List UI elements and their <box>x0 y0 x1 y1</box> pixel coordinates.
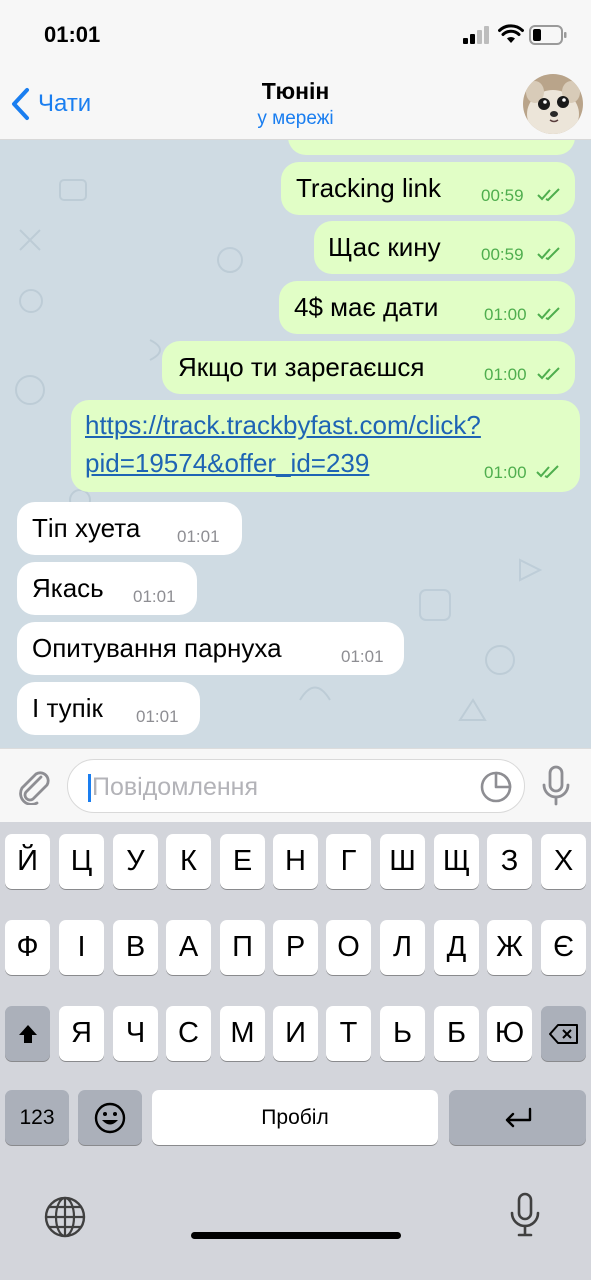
microphone-icon[interactable] <box>540 765 572 807</box>
message-link-line1[interactable]: https://track.trackbyfast.com/click? <box>85 410 481 441</box>
message-bubble[interactable]: Якщо ти зарегаєшся 01:00 <box>162 341 575 394</box>
key-и[interactable]: И <box>273 1006 318 1061</box>
sticker-icon[interactable] <box>479 770 513 804</box>
message-time: 01:00 <box>484 365 527 384</box>
key-р[interactable]: Р <box>273 920 318 975</box>
globe-icon[interactable] <box>43 1195 87 1239</box>
key-к[interactable]: К <box>166 834 211 889</box>
key-т[interactable]: Т <box>326 1006 371 1061</box>
key-а[interactable]: А <box>166 920 211 975</box>
home-indicator[interactable] <box>191 1232 401 1239</box>
message-text: Опитування парнуха <box>32 633 282 663</box>
message-time: 01:01 <box>136 707 179 726</box>
backspace-icon <box>548 1023 578 1044</box>
message-time: 01:00 <box>484 305 527 324</box>
message-bubble[interactable]: І тупік 01:01 <box>17 682 200 735</box>
emoji-key[interactable] <box>78 1090 142 1145</box>
key-є[interactable]: Є <box>541 920 586 975</box>
read-check-icon <box>536 465 559 479</box>
avatar[interactable] <box>523 74 583 134</box>
message-text: Тіп хуета <box>32 513 141 543</box>
key-о[interactable]: О <box>326 920 371 975</box>
key-ц[interactable]: Ц <box>59 834 104 889</box>
key-ь[interactable]: Ь <box>380 1006 425 1061</box>
message-time: 00:59 <box>481 245 524 264</box>
key-е[interactable]: Е <box>220 834 265 889</box>
battery-icon <box>529 25 567 45</box>
shift-key[interactable] <box>5 1006 50 1061</box>
key-в[interactable]: В <box>113 920 158 975</box>
read-check-icon <box>537 188 560 202</box>
read-check-icon <box>537 367 560 381</box>
key-я[interactable]: Я <box>59 1006 104 1061</box>
message-text: Якщо ти зарегаєшся <box>178 352 425 382</box>
key-п[interactable]: П <box>220 920 265 975</box>
status-time: 01:01 <box>44 22 101 47</box>
message-bubble[interactable]: Tracking link 00:59 <box>281 162 575 215</box>
chat-status: у мережі <box>257 108 334 129</box>
message-text: Щас кину <box>328 232 441 262</box>
chat-messages[interactable]: Tracking link 00:59 Щас кину 00:59 4$ ма… <box>0 140 591 748</box>
key-м[interactable]: М <box>220 1006 265 1061</box>
key-щ[interactable]: Щ <box>434 834 479 889</box>
key-і[interactable]: І <box>59 920 104 975</box>
message-input[interactable]: Повідомлення <box>67 759 525 813</box>
key-л[interactable]: Л <box>380 920 425 975</box>
key-ш[interactable]: Ш <box>380 834 425 889</box>
key-ж[interactable]: Ж <box>487 920 532 975</box>
key-й[interactable]: Й <box>5 834 50 889</box>
status-bar: 01:01 <box>0 0 591 72</box>
key-з[interactable]: З <box>487 834 532 889</box>
key-у[interactable]: У <box>113 834 158 889</box>
wifi-icon <box>498 24 524 43</box>
message-bubble-link[interactable]: https://track.trackbyfast.com/click? pid… <box>71 400 580 492</box>
message-time: 01:01 <box>133 587 176 606</box>
text-caret <box>88 774 91 802</box>
key-ю[interactable]: Ю <box>487 1006 532 1061</box>
shift-icon <box>18 1024 37 1043</box>
message-text: Tracking link <box>296 173 441 203</box>
cellular-signal-icon <box>463 26 491 44</box>
key-х[interactable]: Х <box>541 834 586 889</box>
chat-header: Чати Тюнін у мережі <box>0 72 591 140</box>
message-placeholder: Повідомлення <box>92 773 259 801</box>
keyboard: Й Ц У К Е Н Г Ш Щ З Х Ф І В А П Р О Л Д … <box>0 822 591 1280</box>
key-с[interactable]: С <box>166 1006 211 1061</box>
message-link-line2[interactable]: pid=19574&offer_id=239 <box>85 448 369 479</box>
emoji-icon <box>94 1102 126 1133</box>
key-г[interactable]: Г <box>326 834 371 889</box>
message-bubble[interactable]: Опитування парнуха 01:01 <box>17 622 404 675</box>
chat-title[interactable]: Тюнін <box>0 78 591 105</box>
message-bubble[interactable]: Щас кину 00:59 <box>314 221 575 274</box>
message-text: І тупік <box>32 693 103 723</box>
key-ф[interactable]: Ф <box>5 920 50 975</box>
message-bubble[interactable]: 4$ має дати 01:00 <box>279 281 575 334</box>
paperclip-icon[interactable] <box>14 765 52 805</box>
read-check-icon <box>537 307 560 321</box>
delete-key[interactable] <box>541 1006 586 1061</box>
message-bubble-partial[interactable] <box>288 140 575 155</box>
message-time: 01:01 <box>177 527 220 546</box>
numbers-key[interactable]: 123 <box>5 1090 69 1145</box>
key-б[interactable]: Б <box>434 1006 479 1061</box>
message-time: 01:01 <box>341 647 384 666</box>
key-н[interactable]: Н <box>273 834 318 889</box>
read-check-icon <box>537 247 560 261</box>
message-bubble[interactable]: Якась 01:01 <box>17 562 197 615</box>
message-input-bar: Повідомлення <box>0 748 591 822</box>
key-ч[interactable]: Ч <box>113 1006 158 1061</box>
return-icon <box>505 1107 531 1127</box>
return-key[interactable] <box>449 1090 586 1145</box>
dictation-icon[interactable] <box>508 1192 542 1238</box>
message-bubble[interactable]: Тіп хуета 01:01 <box>17 502 242 555</box>
space-key[interactable]: Пробіл <box>152 1090 438 1145</box>
key-д[interactable]: Д <box>434 920 479 975</box>
message-time: 01:00 <box>484 463 527 482</box>
message-text: Якась <box>32 573 104 603</box>
message-text: 4$ має дати <box>294 292 439 322</box>
message-time: 00:59 <box>481 186 524 205</box>
